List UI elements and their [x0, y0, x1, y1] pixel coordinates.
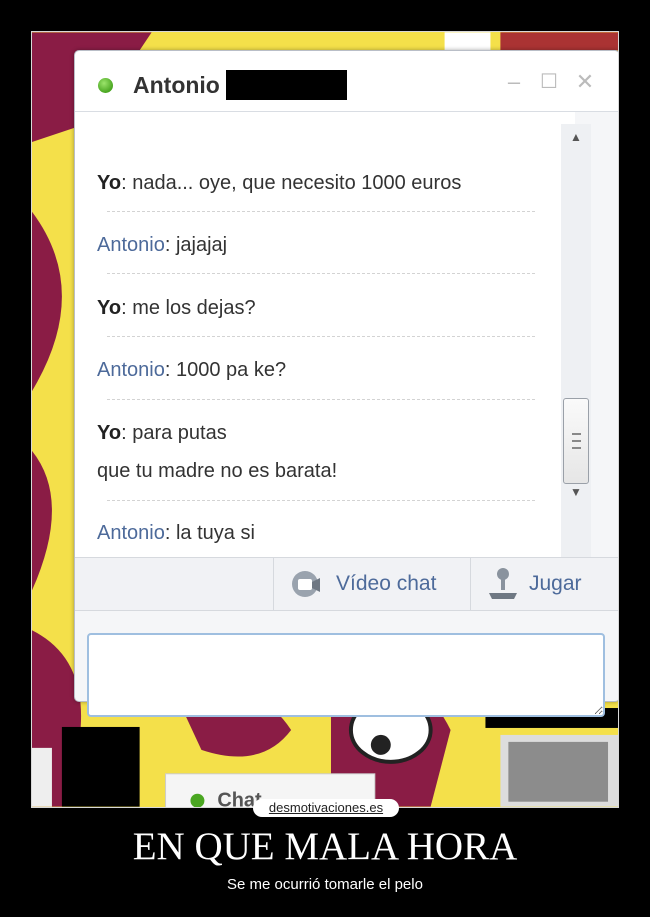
message-list: Yo: nada... oye, que necesito 1000 euros…: [75, 112, 575, 557]
joystick-icon: [489, 568, 517, 599]
message: Yo: para putas que tu madre no es barata…: [97, 422, 338, 482]
message: Yo: me los dejas?: [97, 297, 256, 319]
message-divider: [107, 500, 535, 501]
play-label: Jugar: [529, 572, 582, 595]
message-divider: [107, 336, 535, 337]
maximize-icon[interactable]: ☐: [538, 71, 560, 93]
scroll-down-arrow-icon[interactable]: ▼: [561, 479, 591, 505]
message-sender: Antonio: [97, 234, 165, 256]
message-text: nada... oye, que necesito 1000 euros: [132, 172, 462, 194]
message-divider: [107, 273, 535, 274]
poster-subtitle: Se me ocurrió tomarle el pelo: [227, 876, 423, 893]
message-text: para putas: [132, 422, 227, 444]
message: Antonio: jajajaj: [97, 234, 228, 256]
video-chat-label: Vídeo chat: [336, 572, 437, 595]
message-sender: Antonio: [97, 359, 165, 381]
site-watermark[interactable]: desmotivaciones.es: [253, 799, 399, 817]
scrollbar-thumb[interactable]: [563, 398, 589, 484]
play-game-button[interactable]: Jugar: [470, 558, 618, 610]
scroll-up-arrow-icon[interactable]: ▲: [561, 124, 591, 150]
message-divider: [107, 211, 535, 212]
message-sender: Antonio: [97, 522, 165, 544]
video-chat-button[interactable]: Vídeo chat: [273, 558, 469, 610]
online-status-icon: [98, 78, 113, 93]
message-text: que tu madre no es barata!: [97, 460, 338, 482]
minimize-icon[interactable]: –: [503, 71, 525, 93]
message: Antonio: 1000 pa ke?: [97, 359, 287, 381]
video-camera-icon: [292, 571, 320, 597]
redacted-surname: [226, 70, 347, 100]
message-text: me los dejas?: [132, 297, 256, 319]
contact-name: Antonio: [133, 72, 220, 98]
message-divider: [107, 399, 535, 400]
chat-toolbar: Vídeo chat Jugar: [75, 557, 618, 611]
message-sender: Yo: [97, 422, 122, 444]
message-input[interactable]: [87, 633, 605, 717]
message-text: la tuya si: [175, 522, 255, 544]
chat-titlebar[interactable]: Antonio – ☐ ✕: [75, 51, 618, 112]
screenshot-frame: Chat Antonio – ☐ ✕ Yo: nada... oye, que …: [31, 31, 619, 808]
message: Yo: nada... oye, que necesito 1000 euros: [97, 172, 462, 194]
message-sender: Yo: [97, 172, 122, 194]
chat-window: Antonio – ☐ ✕ Yo: nada... oye, que neces…: [74, 50, 618, 717]
message-scrollbar[interactable]: ▲ ▼: [561, 124, 591, 571]
poster-title: EN QUE MALA HORA: [132, 825, 518, 868]
close-icon[interactable]: ✕: [574, 71, 596, 93]
message: Antonio: la tuya si: [97, 522, 255, 544]
message-text: jajajaj: [175, 234, 228, 256]
message-sender: Yo: [97, 297, 122, 319]
grip-icon: [572, 433, 581, 449]
message-text: 1000 pa ke?: [175, 359, 287, 381]
